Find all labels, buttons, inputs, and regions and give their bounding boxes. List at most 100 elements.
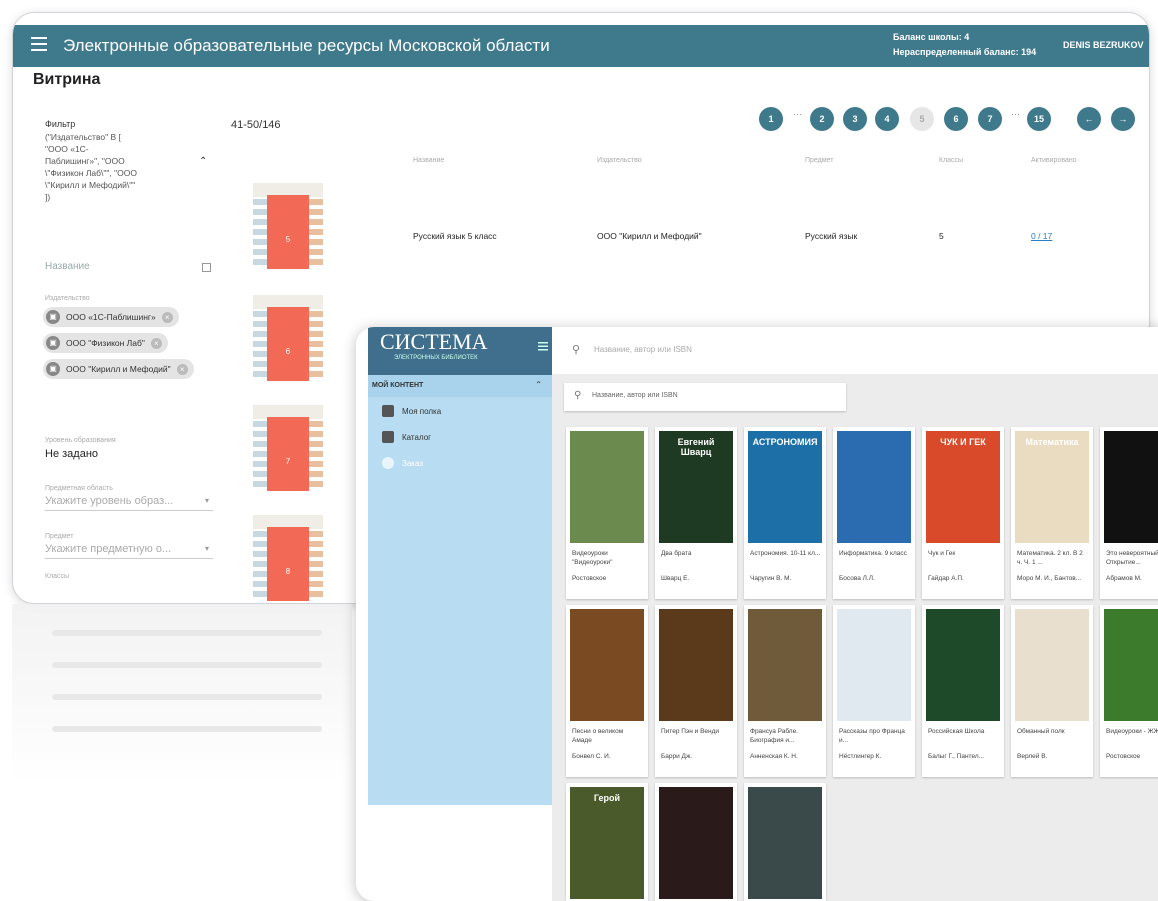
- caret-down-icon: ▾: [204, 496, 209, 505]
- book-title: Информатика. 9 класс: [839, 550, 907, 557]
- book-card[interactable]: Видеоуроки "Видеоуроки" Ростовское: [566, 427, 648, 599]
- clear-icon[interactable]: [202, 263, 211, 272]
- page-button[interactable]: 4: [875, 107, 899, 131]
- row-activated-link[interactable]: 0 / 17: [1031, 231, 1052, 241]
- caret-down-icon: ▾: [204, 544, 209, 553]
- cover-title: ЧУК И ГЕК: [940, 437, 986, 447]
- my-content-section[interactable]: МОЙ КОНТЕНТ ⌃: [368, 375, 552, 397]
- book-title: Рассказы про Франца и...: [839, 728, 905, 744]
- ellipsis: ···: [793, 109, 802, 119]
- chevron-up-icon[interactable]: ⌃: [199, 156, 207, 167]
- book-thumbnail[interactable]: 5: [253, 183, 323, 273]
- cover-title: АСТРОНОМИЯ: [752, 437, 818, 447]
- window-reflection: [12, 604, 352, 784]
- cover-title: Герой: [593, 793, 621, 803]
- book-cover: [1104, 431, 1158, 543]
- nav-item-order[interactable]: Заказ: [382, 457, 423, 469]
- book-card[interactable]: Российская Школа Балыг Г., Пантел...: [922, 605, 1004, 777]
- book-author: Абрамов М.: [1106, 575, 1142, 582]
- close-icon[interactable]: ×: [150, 337, 162, 349]
- book-card[interactable]: Информатика. 9 класс Босова Л.Л.: [833, 427, 915, 599]
- book-cover: [570, 609, 644, 721]
- book-cover: Математика: [1015, 431, 1089, 543]
- book-card[interactable]: Видеоуроки - ЖЖ Ростовское: [1100, 605, 1158, 777]
- publisher-label: Издательство: [45, 295, 90, 302]
- publisher-chip[interactable]: ▣ ООО "Кирилл и Мефодий" ×: [43, 359, 194, 379]
- book-title: Видеоуроки "Видеоуроки": [572, 550, 613, 566]
- nav-label: Моя полка: [402, 406, 442, 416]
- book-title: Видеоуроки - ЖЖ: [1106, 728, 1158, 735]
- column-header[interactable]: Классы: [939, 157, 963, 164]
- book-thumbnail[interactable]: 6: [253, 295, 323, 385]
- book-thumbnail[interactable]: 8: [253, 515, 323, 603]
- book-cover: [1015, 609, 1089, 721]
- book-card[interactable]: [655, 783, 737, 901]
- row-name: Русский язык 5 класс: [413, 231, 497, 241]
- menu-icon[interactable]: [538, 341, 548, 351]
- search-placeholder: Название, автор или ISBN: [594, 345, 692, 354]
- subject-label: Предмет: [45, 533, 74, 540]
- book-cover: [748, 609, 822, 721]
- book-card[interactable]: Обманный полк Верлей В.: [1011, 605, 1093, 777]
- book-cover: [837, 609, 911, 721]
- book-cover: [837, 431, 911, 543]
- book-card[interactable]: [744, 783, 826, 901]
- menu-icon[interactable]: [31, 37, 47, 51]
- book-card[interactable]: Питер Пэн и Венди Барри Дж.: [655, 605, 737, 777]
- column-header[interactable]: Предмет: [805, 157, 833, 164]
- book-author: Нёстлингер К.: [839, 753, 882, 760]
- page-button[interactable]: 2: [810, 107, 834, 131]
- page-button[interactable]: 15: [1027, 107, 1051, 131]
- book-card[interactable]: Песни о великом Амаде Бонвел С. И.: [566, 605, 648, 777]
- book-card[interactable]: Математика Математика. 2 кл. В 2 ч. Ч. 1 …: [1011, 427, 1093, 599]
- book-card[interactable]: Рассказы про Франца и... Нёстлингер К.: [833, 605, 915, 777]
- search-placeholder: Название, автор или ISBN: [592, 392, 678, 399]
- book-card[interactable]: Франсуа Рабле. Биография и... Анненская К…: [744, 605, 826, 777]
- page-button-active[interactable]: 5: [910, 107, 934, 131]
- building-icon: ▣: [46, 362, 60, 376]
- book-author: Бонвел С. И.: [572, 753, 611, 760]
- prev-page-button[interactable]: ←: [1077, 107, 1101, 131]
- catalog-search-input[interactable]: ⚲ Название, автор или ISBN: [564, 383, 846, 411]
- book-title: Российская Школа: [928, 728, 985, 735]
- book-card[interactable]: Герой: [566, 783, 648, 901]
- book-card[interactable]: АСТРОНОМИЯ Астрономия. 10-11 кл... Чаругин…: [744, 427, 826, 599]
- chip-label: ООО "Физикон Лаб": [66, 338, 145, 348]
- thumb-number: 7: [285, 457, 291, 466]
- section-label: МОЙ КОНТЕНТ: [372, 382, 424, 389]
- publisher-chip[interactable]: ▣ ООО «1С-Паблишинг» ×: [43, 307, 179, 327]
- book-thumbnail[interactable]: 7: [253, 405, 323, 495]
- page-button[interactable]: 3: [843, 107, 867, 131]
- book-author: Балыг Г., Пантел...: [928, 753, 985, 760]
- nav-item-catalog[interactable]: Каталог: [382, 431, 431, 443]
- filter-label: Фильтр: [45, 119, 76, 129]
- top-search-bar[interactable]: ⚲ Название, автор или ISBN: [552, 327, 1158, 375]
- book-author: Гайдар А.П.: [928, 575, 964, 582]
- school-balance: Баланс школы: 4: [893, 32, 970, 42]
- book-card[interactable]: Евгений Шварц Два брата Шварц Е.: [655, 427, 737, 599]
- column-header[interactable]: Название: [413, 157, 444, 164]
- page-button[interactable]: 7: [978, 107, 1002, 131]
- book-cover: [570, 431, 644, 543]
- level-select[interactable]: Не задано: [45, 448, 98, 460]
- publisher-chip[interactable]: ▣ ООО "Физикон Лаб" ×: [43, 333, 168, 353]
- user-name[interactable]: DENIS BEZRUKOV: [1063, 40, 1144, 50]
- area-select[interactable]: Укажите уровень образ... ▾: [45, 495, 213, 511]
- next-page-button[interactable]: →: [1111, 107, 1135, 131]
- page-button[interactable]: 6: [944, 107, 968, 131]
- column-header[interactable]: Издательство: [597, 157, 642, 164]
- nav-item-shelf[interactable]: Моя полка: [382, 405, 441, 417]
- building-icon: ▣: [46, 310, 60, 324]
- subject-select[interactable]: Укажите предметную о... ▾: [45, 543, 213, 559]
- close-icon[interactable]: ×: [161, 311, 173, 323]
- close-icon[interactable]: ×: [176, 363, 188, 375]
- unallocated-balance: Нераспределенный баланс: 194: [893, 47, 1037, 57]
- page-button[interactable]: 1: [759, 107, 783, 131]
- book-card[interactable]: Это невероятный Открытие... Абрамов М.: [1100, 427, 1158, 599]
- book-author: Верлей В.: [1017, 753, 1048, 760]
- app-bar: Электронные образовательные ресурсы Моск…: [13, 25, 1149, 67]
- book-card[interactable]: ЧУК И ГЕК Чук и Гек Гайдар А.П.: [922, 427, 1004, 599]
- row-publisher: ООО "Кирилл и Мефодий": [597, 231, 702, 241]
- name-filter-input[interactable]: Название: [45, 261, 90, 272]
- column-header[interactable]: Активировано: [1031, 157, 1077, 164]
